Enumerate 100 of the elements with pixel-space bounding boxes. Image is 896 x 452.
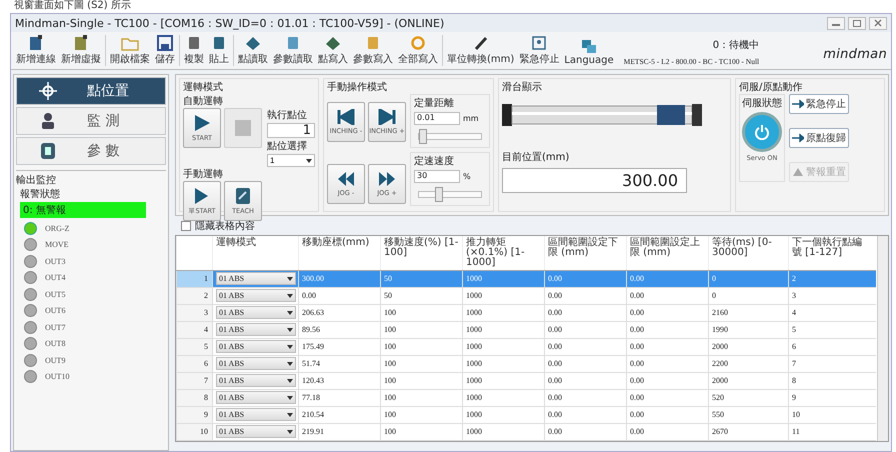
table-cell: 1000 [462, 390, 544, 406]
toolbar-button[interactable]: Language [563, 38, 615, 66]
mode-dropdown[interactable]: 01 ABS [216, 306, 296, 319]
table-row[interactable]: 4 01 ABS 89.56 100 1000 0.00 0.00 1990 5 [176, 322, 876, 339]
table-cell: 2000 [708, 339, 788, 355]
table-cell: 8 [788, 373, 870, 389]
caret-icon [287, 362, 293, 366]
table-row[interactable]: 9 01 ABS 210.54 100 1000 0.00 0.00 550 10 [176, 407, 876, 424]
number-spinner[interactable]: 0.01 [414, 112, 460, 125]
mode-dropdown[interactable]: 01 ABS [216, 374, 296, 387]
mode-dropdown[interactable]: 01 ABS [216, 408, 296, 421]
field-label: 目前位置(mm) [502, 150, 570, 164]
nav-tab[interactable]: 監 測 [16, 107, 166, 135]
table-row[interactable]: 7 01 ABS 120.43 100 1000 0.00 0.00 2000 8 [176, 373, 876, 390]
table-row[interactable]: 5 01 ABS 175.49 100 1000 0.00 0.00 2000 6 [176, 339, 876, 356]
table-cell: 0.00 [626, 424, 708, 440]
table-row[interactable]: 6 01 ABS 51.74 100 1000 0.00 0.00 2200 7 [176, 356, 876, 373]
scrollbar[interactable] [877, 236, 888, 441]
warning-icon [792, 167, 804, 177]
column-header: 下一個執行點編號 [1-127] [788, 236, 870, 270]
column-header: 等待(ms) [0-30000] [708, 236, 788, 270]
ring-icon [409, 35, 427, 51]
toolbar-button[interactable]: 貼上 [208, 35, 230, 66]
table-cell: 1000 [462, 271, 544, 287]
toolbar-button[interactable]: 點讀取 [233, 35, 269, 66]
caret-icon [306, 158, 312, 162]
toolbar-button[interactable]: 儲存 [154, 35, 176, 66]
table-cell: 0.00 [626, 407, 708, 423]
nav-tab[interactable]: 點位置 [16, 77, 166, 105]
close-button[interactable] [869, 16, 887, 30]
table-cell: 100 [380, 407, 462, 423]
caret-icon [287, 378, 293, 382]
toolbar-button[interactable]: 新增虛擬 [60, 35, 102, 66]
power-icon [754, 124, 770, 140]
output-label: OUT3 [45, 256, 66, 266]
table-cell: 100 [380, 356, 462, 372]
table-cell: 0.00 [544, 339, 626, 355]
table-cell: 100 [380, 339, 462, 355]
minimize-button[interactable] [827, 16, 845, 30]
row-number: 3 [176, 305, 212, 321]
toolbar-button[interactable]: 參數讀取 [272, 35, 314, 66]
output-label: ORG-Z [45, 224, 70, 233]
mode-dropdown[interactable]: 01 ABS [216, 357, 296, 370]
window-title: Mindman-Single - TC100 - [COM16 : SW_ID=0 : 01.01 : TC100-V59] - (ONLINE) [15, 16, 444, 30]
caret-icon [287, 294, 293, 298]
table-row[interactable]: 2 01 ABS 0.00 50 1000 0.00 0.00 0 3 [176, 288, 876, 305]
maximize-button[interactable] [848, 16, 866, 30]
table-cell: 77.18 [298, 390, 380, 406]
row-number: 7 [176, 373, 212, 389]
alarm-status: 0: 無警報 [20, 202, 146, 218]
mode-dropdown[interactable]: 01 ABS [216, 391, 296, 404]
row-number: 10 [176, 424, 212, 440]
toolbar-button[interactable]: 單位轉換(mm) [442, 35, 516, 66]
mode-dropdown[interactable]: 01 ABS [216, 289, 296, 302]
table-cell: 175.49 [298, 339, 380, 355]
table-row[interactable]: 1 01 ABS 300.00 50 1000 0.00 0.00 0 2 [176, 271, 876, 288]
table-cell: 5 [788, 322, 870, 338]
table-cell: 300.00 [298, 271, 380, 287]
table-cell: 0.00 [626, 271, 708, 287]
output-label: OUT5 [45, 290, 66, 299]
mode-dropdown[interactable]: 01 ABS [216, 323, 296, 336]
slider-thumb[interactable] [434, 187, 443, 202]
diamond-icon [244, 35, 262, 51]
mode-dropdown[interactable]: 01 ABS [216, 425, 296, 438]
toolbar-button[interactable]: 全部寫入 [397, 35, 439, 66]
toolbar-button[interactable]: 新增連線 [15, 35, 57, 66]
position-display: 300.00 [502, 168, 687, 193]
nav-tab[interactable]: 參 數 [16, 137, 166, 165]
caret-icon [287, 430, 293, 434]
table-cell: 0.00 [626, 322, 708, 338]
hide-table-checkbox[interactable]: 隱藏表格內容 [181, 218, 255, 234]
toolbar-button[interactable]: 複製 [179, 35, 205, 66]
table-cell: 3 [788, 288, 870, 304]
slider-thumb[interactable] [419, 129, 428, 144]
mode-dropdown[interactable]: 01 ABS [216, 340, 296, 353]
toolbar-button[interactable]: 緊急停止 [518, 35, 560, 66]
table-cell: 9 [788, 390, 870, 406]
table-cell: 11 [788, 424, 870, 440]
field-label: 伺服狀態 [742, 96, 782, 110]
table-cell: 1000 [462, 373, 544, 389]
table-cell: 50 [380, 271, 462, 287]
toolbar-button[interactable]: 開啟檔案 [105, 35, 151, 66]
point-select-dropdown[interactable]: 1 [267, 154, 315, 167]
table-cell: 0.00 [544, 322, 626, 338]
table-cell: 0 [708, 271, 788, 287]
table-cell: 89.56 [298, 322, 380, 338]
table-row[interactable]: 8 01 ABS 77.18 100 1000 0.00 0.00 520 9 [176, 390, 876, 407]
power-button[interactable] [742, 112, 782, 152]
diamond-icon [324, 35, 342, 51]
table-row[interactable]: 3 01 ABS 206.63 100 1000 0.00 0.00 2160 4 [176, 305, 876, 322]
stop-icon [234, 119, 252, 137]
table-cell: 1990 [708, 322, 788, 338]
toolbar-button[interactable]: 點寫入 [317, 35, 349, 66]
toolbar-button[interactable]: 參數寫入 [352, 35, 394, 66]
number-spinner[interactable]: 30 [414, 170, 460, 183]
servo-action-button[interactable]: 緊急停止 [789, 94, 849, 114]
table-cell: 1000 [462, 424, 544, 440]
table-row[interactable]: 10 01 ABS 219.91 100 1000 0.00 0.00 2670 11 [176, 424, 876, 441]
mode-dropdown[interactable]: 01 ABS [216, 272, 296, 285]
servo-action-button[interactable]: 原點復歸 [789, 128, 849, 148]
